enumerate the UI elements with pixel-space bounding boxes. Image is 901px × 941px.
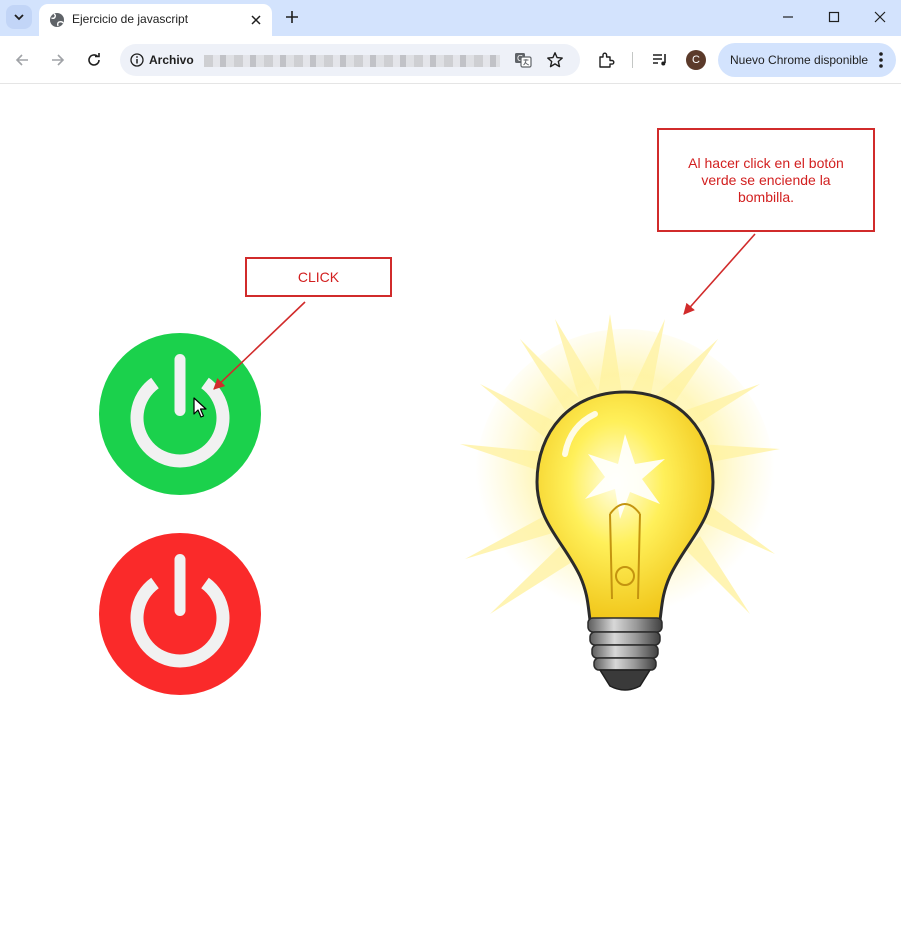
minimize-button[interactable]: [765, 0, 811, 34]
update-label: Nuevo Chrome disponible: [730, 53, 869, 67]
extensions-button[interactable]: [594, 48, 618, 72]
profile-avatar[interactable]: C: [686, 50, 706, 70]
maximize-icon: [828, 11, 840, 23]
note-arrow: [683, 233, 756, 315]
lightbulb: [460, 314, 780, 691]
chevron-down-icon: [14, 14, 24, 21]
media-icon: [653, 54, 666, 66]
power-icon: [130, 354, 230, 468]
reload-button[interactable]: [82, 48, 106, 72]
maximize-button[interactable]: [811, 0, 857, 34]
note-callout: Al hacer click en el botón verde se enci…: [657, 128, 875, 232]
tab-strip: Ejercicio de javascript: [0, 0, 901, 36]
forward-button[interactable]: [46, 48, 70, 72]
star-icon[interactable]: [546, 51, 564, 69]
url-scheme-label: Archivo: [149, 53, 194, 67]
power-icon: [130, 554, 230, 668]
reload-icon: [88, 53, 100, 66]
new-tab-button[interactable]: [282, 7, 302, 27]
info-icon[interactable]: [130, 53, 144, 67]
tab-close-button[interactable]: [247, 11, 265, 29]
tab-active[interactable]: Ejercicio de javascript: [39, 4, 272, 36]
close-window-button[interactable]: [857, 0, 901, 34]
media-controls-button[interactable]: [648, 48, 672, 72]
click-callout: CLICK: [245, 257, 392, 297]
url-text-blurred[interactable]: [204, 55, 500, 67]
translate-icon[interactable]: G: [514, 52, 532, 68]
power-on-button[interactable]: [99, 333, 261, 495]
chrome-update-button[interactable]: Nuevo Chrome disponible: [718, 43, 896, 77]
mouse-cursor: [193, 397, 207, 418]
toolbar-separator: [632, 52, 633, 68]
back-button[interactable]: [10, 48, 34, 72]
power-off-button[interactable]: [99, 533, 261, 695]
extensions-icon: [599, 52, 615, 68]
page-viewport: Al hacer click en el botón verde se enci…: [0, 84, 901, 941]
tab-title: Ejercicio de javascript: [72, 12, 189, 26]
browser-toolbar: Archivo G C Nuevo Chrome disponible: [0, 36, 901, 84]
address-bar[interactable]: Archivo G: [120, 44, 580, 76]
tab-search-button[interactable]: [6, 5, 32, 29]
minimize-icon: [783, 16, 793, 18]
close-icon: [874, 11, 886, 23]
back-icon: [15, 54, 28, 66]
globe-icon: [50, 13, 64, 27]
plus-icon: [286, 11, 298, 23]
forward-icon: [52, 54, 65, 66]
more-icon[interactable]: [876, 51, 886, 69]
close-icon: [251, 15, 261, 25]
